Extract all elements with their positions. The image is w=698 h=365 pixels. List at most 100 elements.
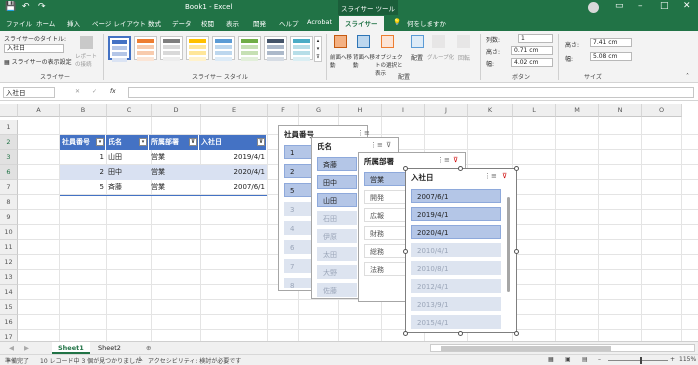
slicer-height-input[interactable]: 7.41 cm	[590, 38, 632, 47]
slicer-style-swatch-green[interactable]	[238, 36, 261, 61]
column-header[interactable]: A	[18, 104, 60, 117]
table-cell[interactable]: 山田	[106, 150, 149, 165]
table-cell[interactable]: 斉藤	[106, 180, 149, 195]
slicer-item[interactable]: 大野	[317, 265, 357, 279]
clear-filter-icon[interactable]: ⊽	[502, 172, 507, 180]
tab-file[interactable]: ファイル	[6, 18, 32, 28]
slicer-item[interactable]: 田中	[317, 175, 357, 189]
row-header[interactable]: 15	[0, 300, 18, 315]
slicer-item[interactable]: 5	[284, 183, 314, 197]
slicer-item[interactable]: 6	[284, 240, 314, 254]
resize-handle[interactable]	[514, 331, 519, 336]
table-cell[interactable]: 田中	[106, 165, 149, 180]
table-header-cell[interactable]: 入社日 ⊽	[199, 135, 267, 150]
multi-select-icon[interactable]: ⋮≡	[357, 129, 370, 137]
multi-select-icon[interactable]: ⋮≡	[370, 141, 383, 149]
bring-forward-button[interactable]: 前面へ移動	[330, 53, 354, 69]
slicer-item[interactable]: 2010/8/1	[411, 261, 501, 275]
column-header[interactable]: F	[268, 104, 299, 117]
page-layout-view-icon[interactable]: ▣	[565, 356, 571, 363]
row-header[interactable]: 9	[0, 210, 18, 225]
row-header[interactable]: 11	[0, 240, 18, 255]
accessibility-icon[interactable]: ♿	[138, 356, 143, 363]
table-header-cell[interactable]: 社員番号 ▾	[60, 135, 106, 150]
worksheet-grid[interactable]: ABCDEFGHIJKLMNO 1 2 3 6 7 8 9 10 11 12 13 14 15 16 17 …	[0, 104, 698, 345]
name-box[interactable]: 入社日	[3, 87, 55, 98]
slicer-item[interactable]: 営業	[364, 172, 409, 186]
zoom-out-icon[interactable]: –	[598, 356, 601, 363]
slicer-item[interactable]: 財務	[364, 226, 409, 240]
row-header[interactable]: 14	[0, 285, 18, 300]
slicer-item[interactable]: 2015/4/1	[411, 315, 501, 329]
resize-handle[interactable]	[514, 249, 519, 254]
user-avatar[interactable]	[588, 2, 599, 13]
tab-slicer[interactable]: スライサー	[339, 16, 384, 31]
tell-me-search[interactable]: 何をしますか	[407, 18, 446, 28]
add-sheet-icon[interactable]: ⊕	[140, 342, 157, 354]
resize-handle[interactable]	[458, 166, 463, 171]
slicer-item[interactable]: 太田	[317, 247, 357, 261]
table-cell[interactable]: 2	[60, 165, 106, 180]
button-height-input[interactable]: 0.71 cm	[511, 46, 553, 55]
filter-dropdown-icon[interactable]: ▾	[96, 138, 104, 146]
slicer-hire-date[interactable]: 入社日 ⋮≡ ⊽ 2007/6/1 2019/4/1 2020/4/1 2010…	[405, 168, 517, 333]
slicer-item[interactable]: 広報	[364, 208, 409, 222]
column-header[interactable]: E	[201, 104, 268, 117]
slicer-item[interactable]: 2010/4/1	[411, 243, 501, 257]
slicer-style-swatch-navy[interactable]	[264, 36, 287, 61]
next-sheet-icon[interactable]: ▶	[18, 342, 35, 354]
enter-icon[interactable]: ✓	[92, 88, 97, 95]
slicer-style-swatch-gold[interactable]	[186, 36, 209, 61]
table-header-cell[interactable]: 氏名 ▾	[106, 135, 149, 150]
column-header[interactable]: B	[60, 104, 107, 117]
resize-handle[interactable]	[403, 166, 408, 171]
rotate-button[interactable]: 回転	[458, 53, 470, 62]
slicer-item[interactable]: 開発	[364, 190, 409, 204]
row-header[interactable]: 3	[0, 150, 18, 165]
slicer-item[interactable]: 1	[284, 145, 314, 159]
table-header-cell[interactable]: 所属部署 ⊽	[149, 135, 199, 150]
zoom-slider[interactable]	[608, 357, 668, 364]
table-cell[interactable]: 1	[60, 150, 106, 165]
row-header[interactable]: 8	[0, 195, 18, 210]
clear-filter-icon[interactable]: ⊽	[453, 156, 458, 164]
tab-review[interactable]: 校閲	[201, 18, 214, 28]
slicer-item[interactable]: 2	[284, 164, 314, 178]
column-header[interactable]: M	[556, 104, 599, 117]
column-header[interactable]: G	[299, 104, 339, 117]
slicer-scrollbar[interactable]	[507, 197, 510, 292]
column-header[interactable]: K	[468, 104, 513, 117]
button-width-input[interactable]: 4.02 cm	[511, 58, 553, 67]
slicer-width-input[interactable]: 5.08 cm	[590, 52, 632, 61]
tab-data[interactable]: データ	[172, 18, 192, 28]
send-backward-button[interactable]: 背面へ移動	[353, 53, 377, 69]
table-cell[interactable]: 営業	[149, 165, 199, 180]
cancel-icon[interactable]: ✕	[75, 88, 80, 95]
tab-page-layout[interactable]: ページ レイアウト	[92, 18, 146, 28]
tab-help[interactable]: ヘルプ	[279, 18, 299, 28]
slicer-item[interactable]: 2019/4/1	[411, 207, 501, 221]
slicer-style-swatch-lightblue[interactable]	[212, 36, 235, 61]
slicer-item[interactable]: 7	[284, 259, 314, 273]
slicer-caption-input[interactable]: 入社日	[4, 44, 64, 53]
tab-acrobat[interactable]: Acrobat	[307, 18, 332, 26]
slicer-item[interactable]: 斉藤	[317, 157, 357, 171]
status-accessibility[interactable]: アクセシビリティ: 検討が必要です	[148, 356, 241, 365]
slicer-style-swatch-orange[interactable]	[134, 36, 157, 61]
table-cell[interactable]: 2019/4/1	[199, 150, 267, 165]
table-cell[interactable]: 営業	[149, 180, 199, 195]
tab-insert[interactable]: 挿入	[67, 18, 80, 28]
tab-developer[interactable]: 開発	[253, 18, 266, 28]
column-header[interactable]: L	[513, 104, 556, 117]
close-icon[interactable]: ✕	[683, 1, 691, 11]
align-button[interactable]: 配置	[411, 53, 423, 62]
normal-view-icon[interactable]: ▦	[548, 356, 554, 363]
row-header[interactable]: 2	[0, 135, 18, 150]
slicer-item[interactable]: 2013/9/1	[411, 297, 501, 311]
clear-filter-icon[interactable]: ⊽	[386, 141, 391, 149]
zoom-in-icon[interactable]: +	[670, 356, 675, 363]
resize-handle[interactable]	[514, 166, 519, 171]
sheet-tab-sheet1[interactable]: Sheet1	[52, 342, 90, 354]
slicer-style-swatch-teal[interactable]	[290, 36, 313, 61]
fx-icon[interactable]: fx	[110, 88, 116, 95]
